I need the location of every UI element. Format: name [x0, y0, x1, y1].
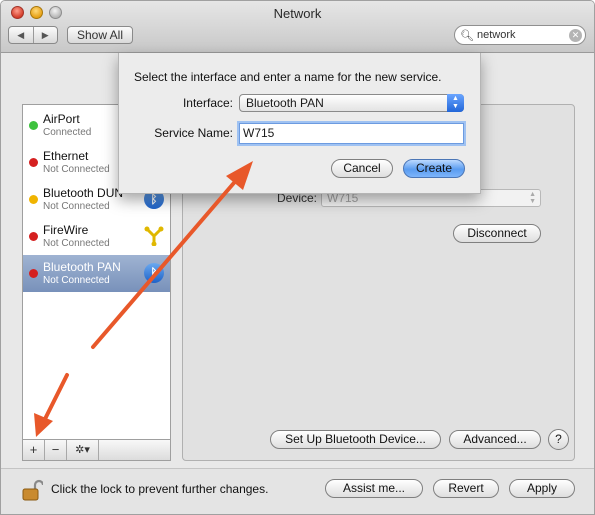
set-up-bluetooth-device-button[interactable]: Set Up Bluetooth Device...: [270, 430, 441, 449]
lock-message: Click the lock to prevent further change…: [51, 482, 269, 496]
status-dot-yellow: [29, 195, 38, 204]
search-icon: 🔍︎: [460, 29, 474, 42]
apply-button[interactable]: Apply: [509, 479, 575, 498]
help-button[interactable]: ?: [548, 429, 569, 450]
interface-label: Interface:: [182, 96, 233, 110]
service-status: Not Connected: [43, 238, 110, 249]
network-preferences-window: Network ◀ ▶ Show All 🔍︎ network ✕ AirPor…: [0, 0, 595, 515]
forward-arrow-icon[interactable]: ▶: [32, 27, 58, 43]
unlocked-lock-icon[interactable]: [21, 479, 43, 501]
list-item-selected[interactable]: Bluetooth PAN Not Connected ᛒ: [23, 255, 170, 292]
back-forward-control: ◀ ▶: [8, 26, 58, 44]
title-bar: Network ◀ ▶ Show All 🔍︎ network ✕: [1, 1, 594, 53]
back-arrow-icon[interactable]: ◀: [9, 27, 33, 43]
service-status: Connected: [43, 127, 92, 138]
service-status: Not Connected: [43, 164, 110, 175]
clear-search-icon[interactable]: ✕: [569, 28, 582, 42]
bluetooth-icon: ᛒ: [144, 263, 164, 283]
assist-me-button[interactable]: Assist me...: [325, 479, 423, 498]
search-field[interactable]: 🔍︎ network ✕: [454, 25, 586, 45]
service-status: Not Connected: [43, 275, 110, 286]
cancel-button[interactable]: Cancel: [331, 159, 393, 178]
remove-service-button[interactable]: −: [45, 440, 67, 460]
window-title: Network: [273, 6, 322, 21]
create-button[interactable]: Create: [403, 159, 465, 178]
gear-icon[interactable]: ✲▾: [67, 440, 99, 460]
interface-popup[interactable]: Bluetooth PAN ▲ ▼: [239, 94, 464, 112]
status-dot-red: [29, 158, 38, 167]
firewire-icon: [144, 226, 164, 246]
list-item[interactable]: FireWire Not Connected: [23, 218, 170, 255]
interface-value: Bluetooth PAN: [246, 96, 324, 110]
status-dot-red: [29, 269, 38, 278]
popup-arrows-icon: ▲ ▼: [447, 94, 464, 112]
service-list-toolbar: + − ✲▾: [22, 439, 171, 461]
service-status: Not Connected: [43, 201, 110, 212]
add-service-button[interactable]: +: [23, 440, 45, 460]
service-name: FireWire: [43, 223, 89, 237]
revert-button[interactable]: Revert: [433, 479, 499, 498]
status-dot-red: [29, 232, 38, 241]
search-input[interactable]: network: [477, 29, 569, 41]
service-name: Bluetooth PAN: [43, 260, 121, 274]
service-name-label: Service Name:: [154, 126, 233, 140]
show-all-button[interactable]: Show All: [67, 26, 133, 44]
advanced-button[interactable]: Advanced...: [449, 430, 541, 449]
popup-arrows-icon: ▲ ▼: [529, 191, 536, 205]
disconnect-button[interactable]: Disconnect: [453, 224, 541, 243]
service-name-input[interactable]: W715: [239, 123, 464, 144]
new-service-sheet: Select the interface and enter a name fo…: [118, 53, 481, 194]
sheet-prompt: Select the interface and enter a name fo…: [134, 70, 442, 84]
status-dot-green: [29, 121, 38, 130]
